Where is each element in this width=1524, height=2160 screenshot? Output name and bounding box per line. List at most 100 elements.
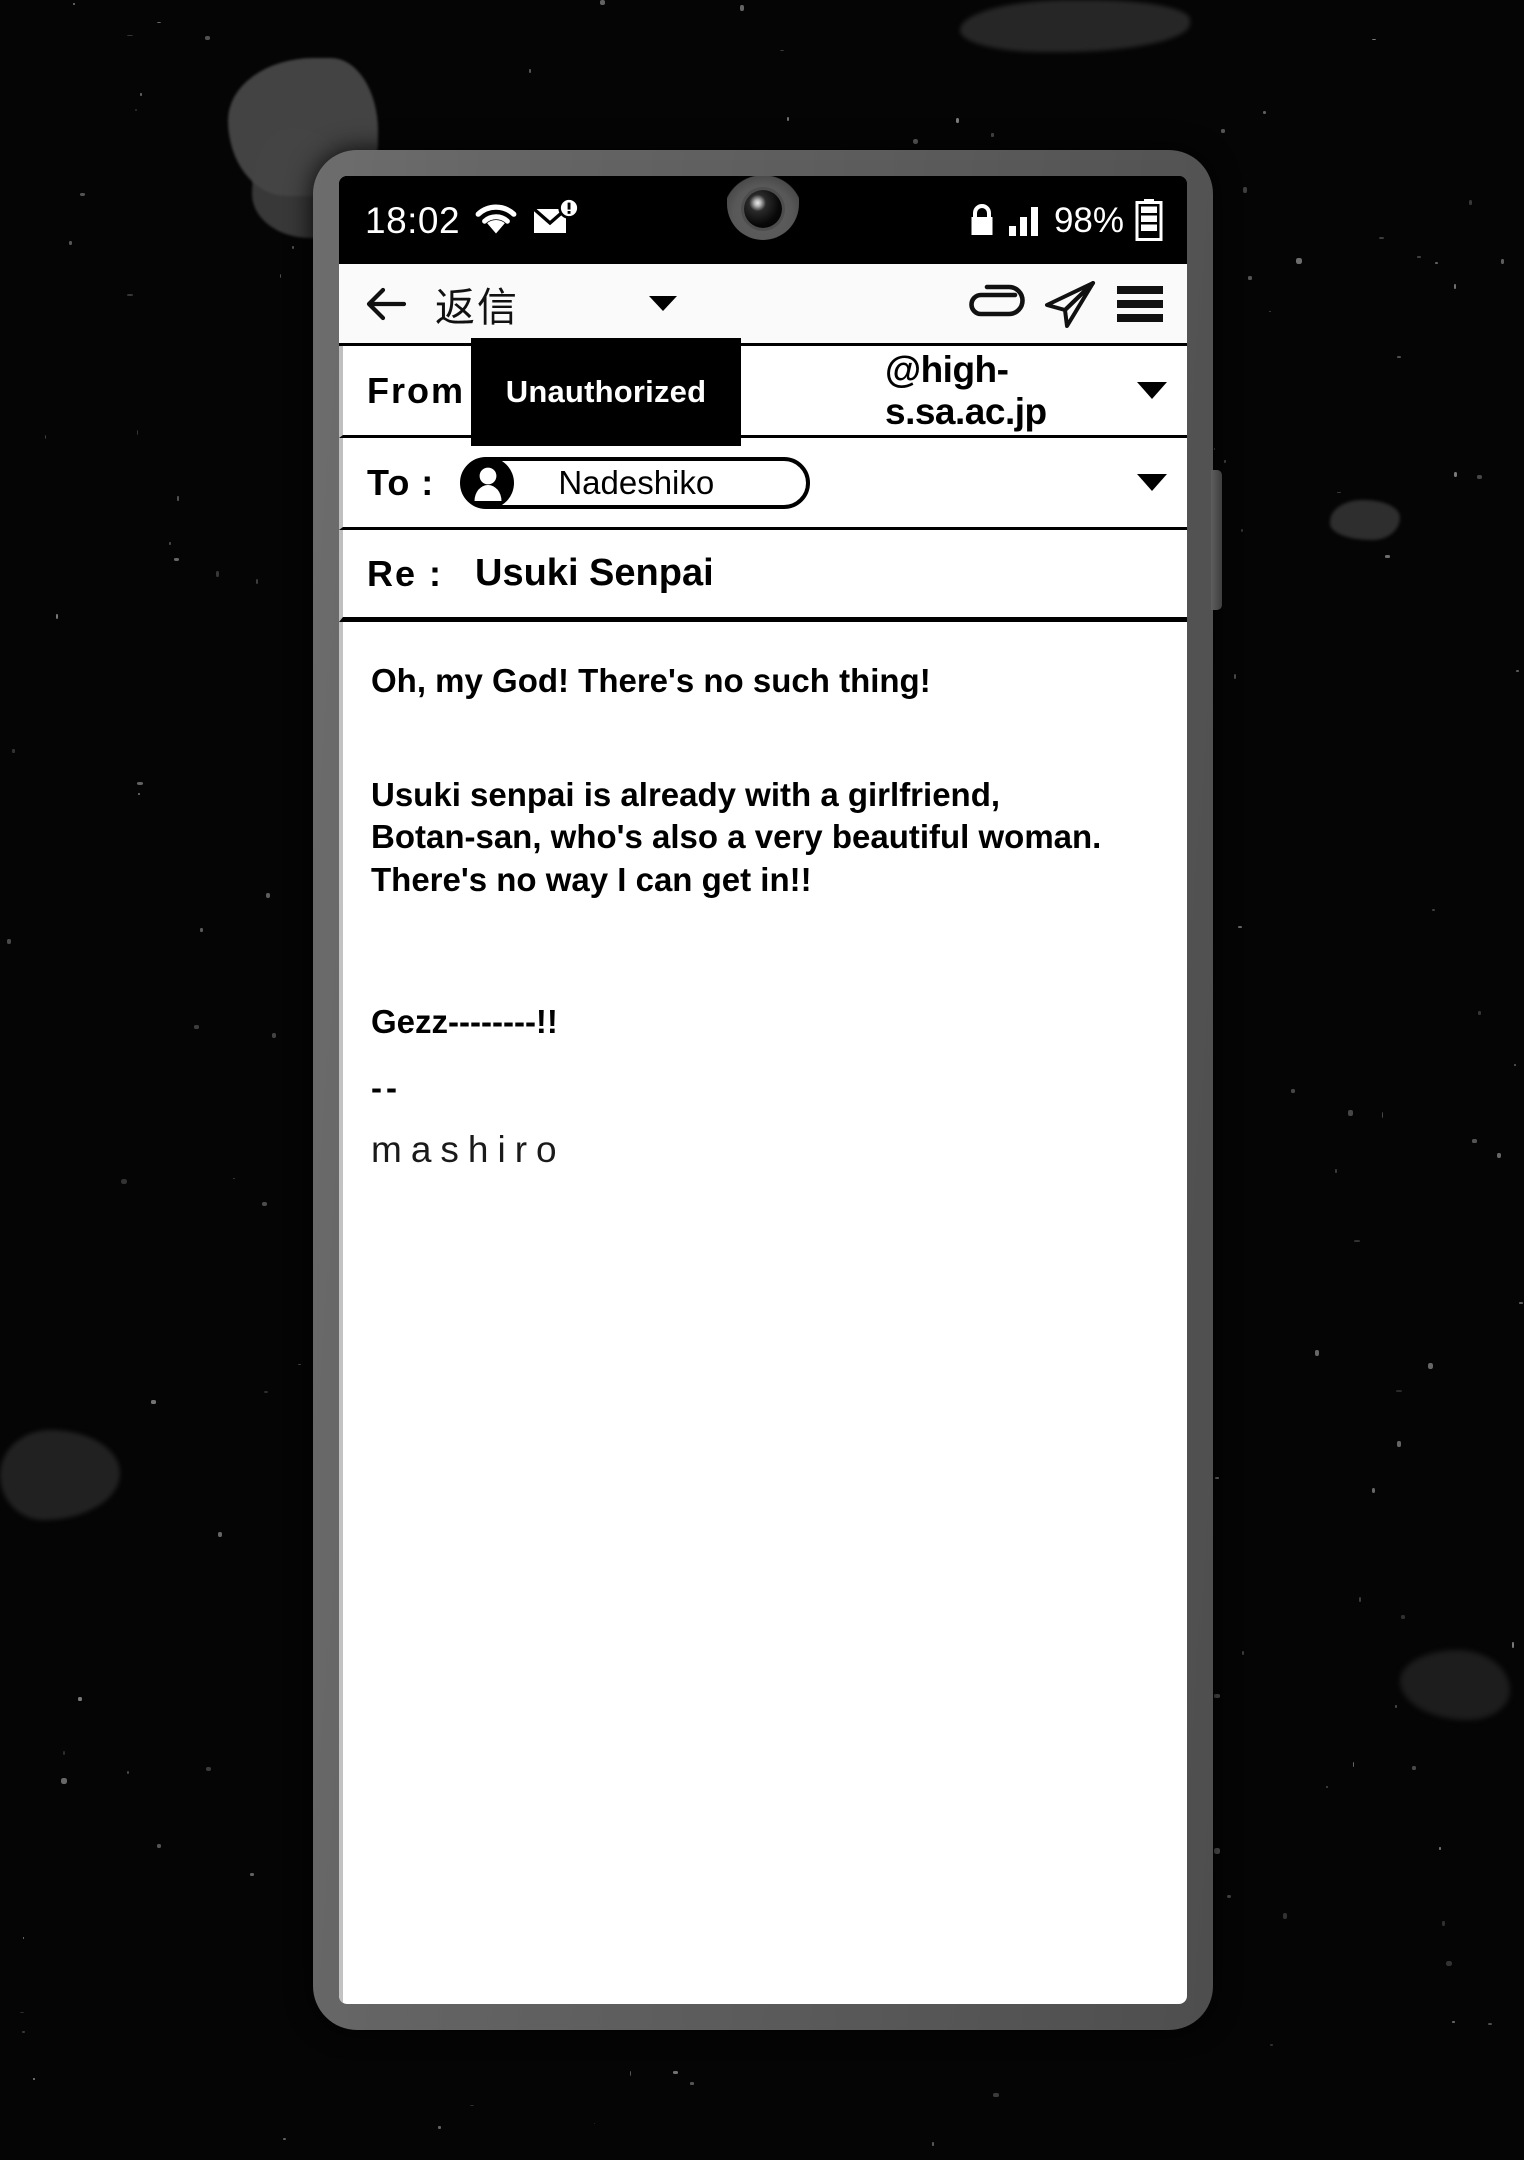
body-paragraph-1: Oh, my God! There's no such thing!	[371, 662, 931, 699]
grunge-speck	[135, 109, 137, 111]
grunge-speck	[993, 2093, 999, 2098]
chevron-down-icon[interactable]	[1137, 382, 1167, 399]
grunge-speck	[787, 117, 790, 121]
mail-body-editor[interactable]: Oh, my God! There's no such thing! Usuki…	[339, 622, 1187, 2004]
grunge-speck	[1215, 1477, 1219, 1479]
grunge-speck	[200, 928, 203, 932]
grunge-speck	[1270, 2044, 1273, 2046]
grunge-speck	[1401, 1615, 1406, 1619]
grunge-speck	[470, 2105, 474, 2107]
grunge-speck	[1243, 187, 1247, 193]
grunge-speck	[169, 542, 171, 545]
grunge-speck	[63, 1751, 66, 1756]
grunge-speck	[174, 558, 179, 561]
grunge-speck	[630, 2071, 632, 2076]
grunge-speck	[1214, 1848, 1220, 1854]
grunge-speck	[1454, 472, 1458, 477]
grunge-speck	[205, 36, 211, 41]
grunge-speck	[12, 749, 15, 753]
grunge-speck	[1238, 926, 1242, 928]
body-paragraph-2: Usuki senpai is already with a girlfrien…	[371, 776, 1102, 898]
from-field-row[interactable]: From : Unauthorized @high-s.sa.ac.jp	[339, 338, 1187, 446]
grunge-speck	[673, 2071, 678, 2074]
grunge-speck	[1242, 1651, 1245, 1655]
attach-icon[interactable]	[965, 281, 1025, 327]
status-bar: 18:02 98%	[339, 176, 1187, 264]
grunge-speck	[1519, 1302, 1524, 1304]
toolbar-actions	[965, 279, 1165, 329]
signature-separator: --	[371, 1069, 401, 1107]
grunge-speck	[283, 2138, 287, 2141]
status-bar-left: 18:02	[365, 199, 580, 241]
grunge-speck	[121, 1179, 127, 1185]
grunge-speck	[991, 133, 994, 137]
power-button[interactable]	[1211, 470, 1222, 610]
grunge-speck	[78, 1697, 82, 1702]
grunge-speck	[1248, 276, 1253, 280]
grunge-speck	[913, 139, 919, 145]
mail-alert-icon	[532, 199, 580, 233]
battery-percent-label: 98%	[1053, 200, 1124, 240]
to-label: To :	[367, 461, 435, 503]
subject-field-row[interactable]: Re : Usuki Senpai	[339, 530, 1187, 622]
grunge-speck	[600, 0, 606, 5]
grunge-speck	[1354, 1240, 1360, 1242]
grunge-speck	[206, 1767, 211, 1772]
grunge-speck	[73, 3, 76, 5]
send-icon[interactable]	[1043, 279, 1097, 329]
grunge-speck	[1397, 1441, 1401, 1447]
grunge-speck	[1348, 1110, 1353, 1116]
menu-icon[interactable]	[1115, 283, 1165, 325]
recipient-name: Nadeshiko	[558, 463, 715, 501]
grunge-splatter	[1330, 500, 1400, 540]
grunge-speck	[1412, 1766, 1416, 1770]
back-arrow-icon[interactable]	[363, 281, 409, 327]
grunge-speck	[1477, 475, 1482, 480]
grunge-speck	[151, 1400, 156, 1404]
grunge-speck	[1395, 1705, 1397, 1708]
grunge-speck	[1263, 111, 1267, 114]
grunge-speck	[1497, 1153, 1501, 1159]
grunge-speck	[140, 93, 142, 97]
grunge-speck	[262, 1202, 268, 1207]
grunge-speck	[1382, 1112, 1384, 1118]
grunge-speck	[1214, 448, 1216, 451]
status-clock: 18:02	[365, 199, 461, 241]
grunge-speck	[1512, 1642, 1514, 1648]
avatar-icon	[462, 456, 515, 509]
phone-device-frame: 18:02 98% 返信 From: Unauthorized @high-s…	[313, 150, 1222, 2030]
grunge-speck	[1221, 129, 1225, 133]
grunge-speck	[23, 1937, 24, 1940]
grunge-speck	[1452, 2021, 1455, 2023]
grunge-speck	[1335, 1169, 1338, 1173]
grunge-speck	[1372, 1488, 1376, 1494]
chevron-down-icon[interactable]	[649, 296, 677, 311]
grunge-speck	[1269, 311, 1272, 313]
grunge-speck	[956, 118, 960, 123]
grunge-speck	[438, 2126, 441, 2130]
grunge-speck	[1296, 258, 1302, 264]
chevron-down-icon[interactable]	[1137, 474, 1167, 491]
grunge-speck	[127, 294, 133, 296]
grunge-speck	[1397, 356, 1401, 358]
to-field-row[interactable]: To : Nadeshiko	[339, 438, 1187, 530]
grunge-speck	[1379, 237, 1384, 240]
recipient-chip[interactable]: Nadeshiko	[460, 456, 811, 509]
grunge-speck	[1359, 1597, 1362, 1602]
grunge-speck	[1472, 1139, 1477, 1143]
grunge-speck	[233, 1178, 235, 1180]
grunge-speck	[1385, 555, 1390, 558]
grunge-speck	[33, 2078, 35, 2081]
redaction-label: Unauthorized	[505, 374, 707, 409]
grunge-speck	[1234, 674, 1237, 679]
grunge-speck	[1442, 1921, 1445, 1926]
grunge-splatter	[960, 0, 1190, 52]
phone-screen: 18:02 98% 返信 From: Unauthorized @high-s…	[339, 176, 1187, 2004]
grunge-speck	[218, 1532, 223, 1537]
grunge-speck	[1428, 1363, 1433, 1369]
wifi-icon	[475, 204, 517, 234]
grunge-speck	[137, 782, 143, 785]
grunge-speck	[1478, 1011, 1481, 1015]
grunge-speck	[1514, 1064, 1517, 1066]
